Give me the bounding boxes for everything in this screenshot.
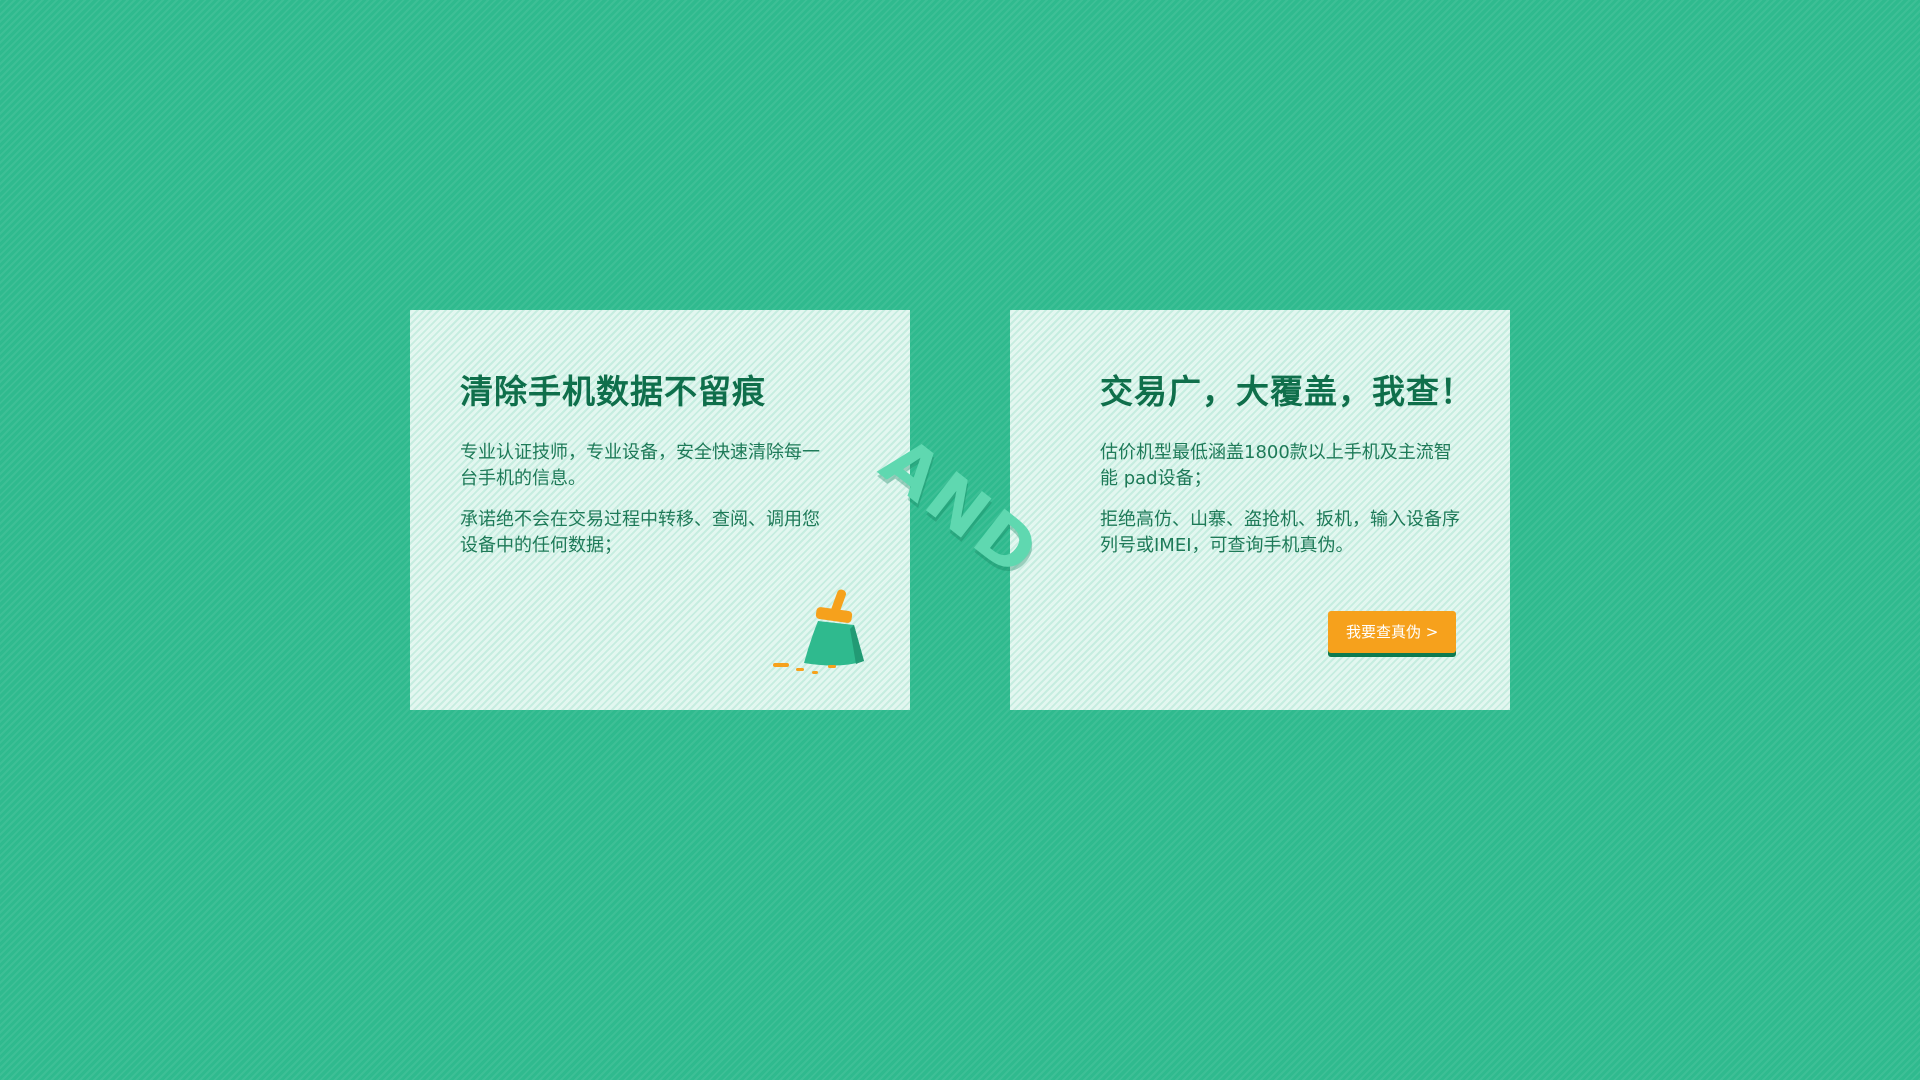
- data-wipe-card-title: 清除手机数据不留痕: [460, 372, 766, 411]
- data-wipe-card: 清除手机数据不留痕 专业认证技师，专业设备，安全快速清除每一台手机的信息。 承诺…: [410, 310, 910, 710]
- data-wipe-promise: 承诺绝不会在交易过程中转移、查阅、调用您设备中的任何数据；: [460, 509, 820, 556]
- check-authenticity-button[interactable]: 我要查真伪 >: [1328, 611, 1457, 653]
- broom-icon: [773, 589, 864, 674]
- data-wipe-description: 专业认证技师，专业设备，安全快速清除每一台手机的信息。: [460, 442, 820, 489]
- authenticity-description: 拒绝高仿、山寨、盗抢机、扳机，输入设备序列号或IMEI，可查询手机真伪。: [1100, 509, 1460, 556]
- authenticity-check-card: 交易广，大覆盖，我查！ 估价机型最低涵盖1800款以上手机及主流智能 pad设备…: [1010, 310, 1510, 710]
- authenticity-card-title: 交易广，大覆盖，我查！: [1100, 372, 1474, 411]
- coverage-description: 估价机型最低涵盖1800款以上手机及主流智能 pad设备；: [1100, 442, 1452, 489]
